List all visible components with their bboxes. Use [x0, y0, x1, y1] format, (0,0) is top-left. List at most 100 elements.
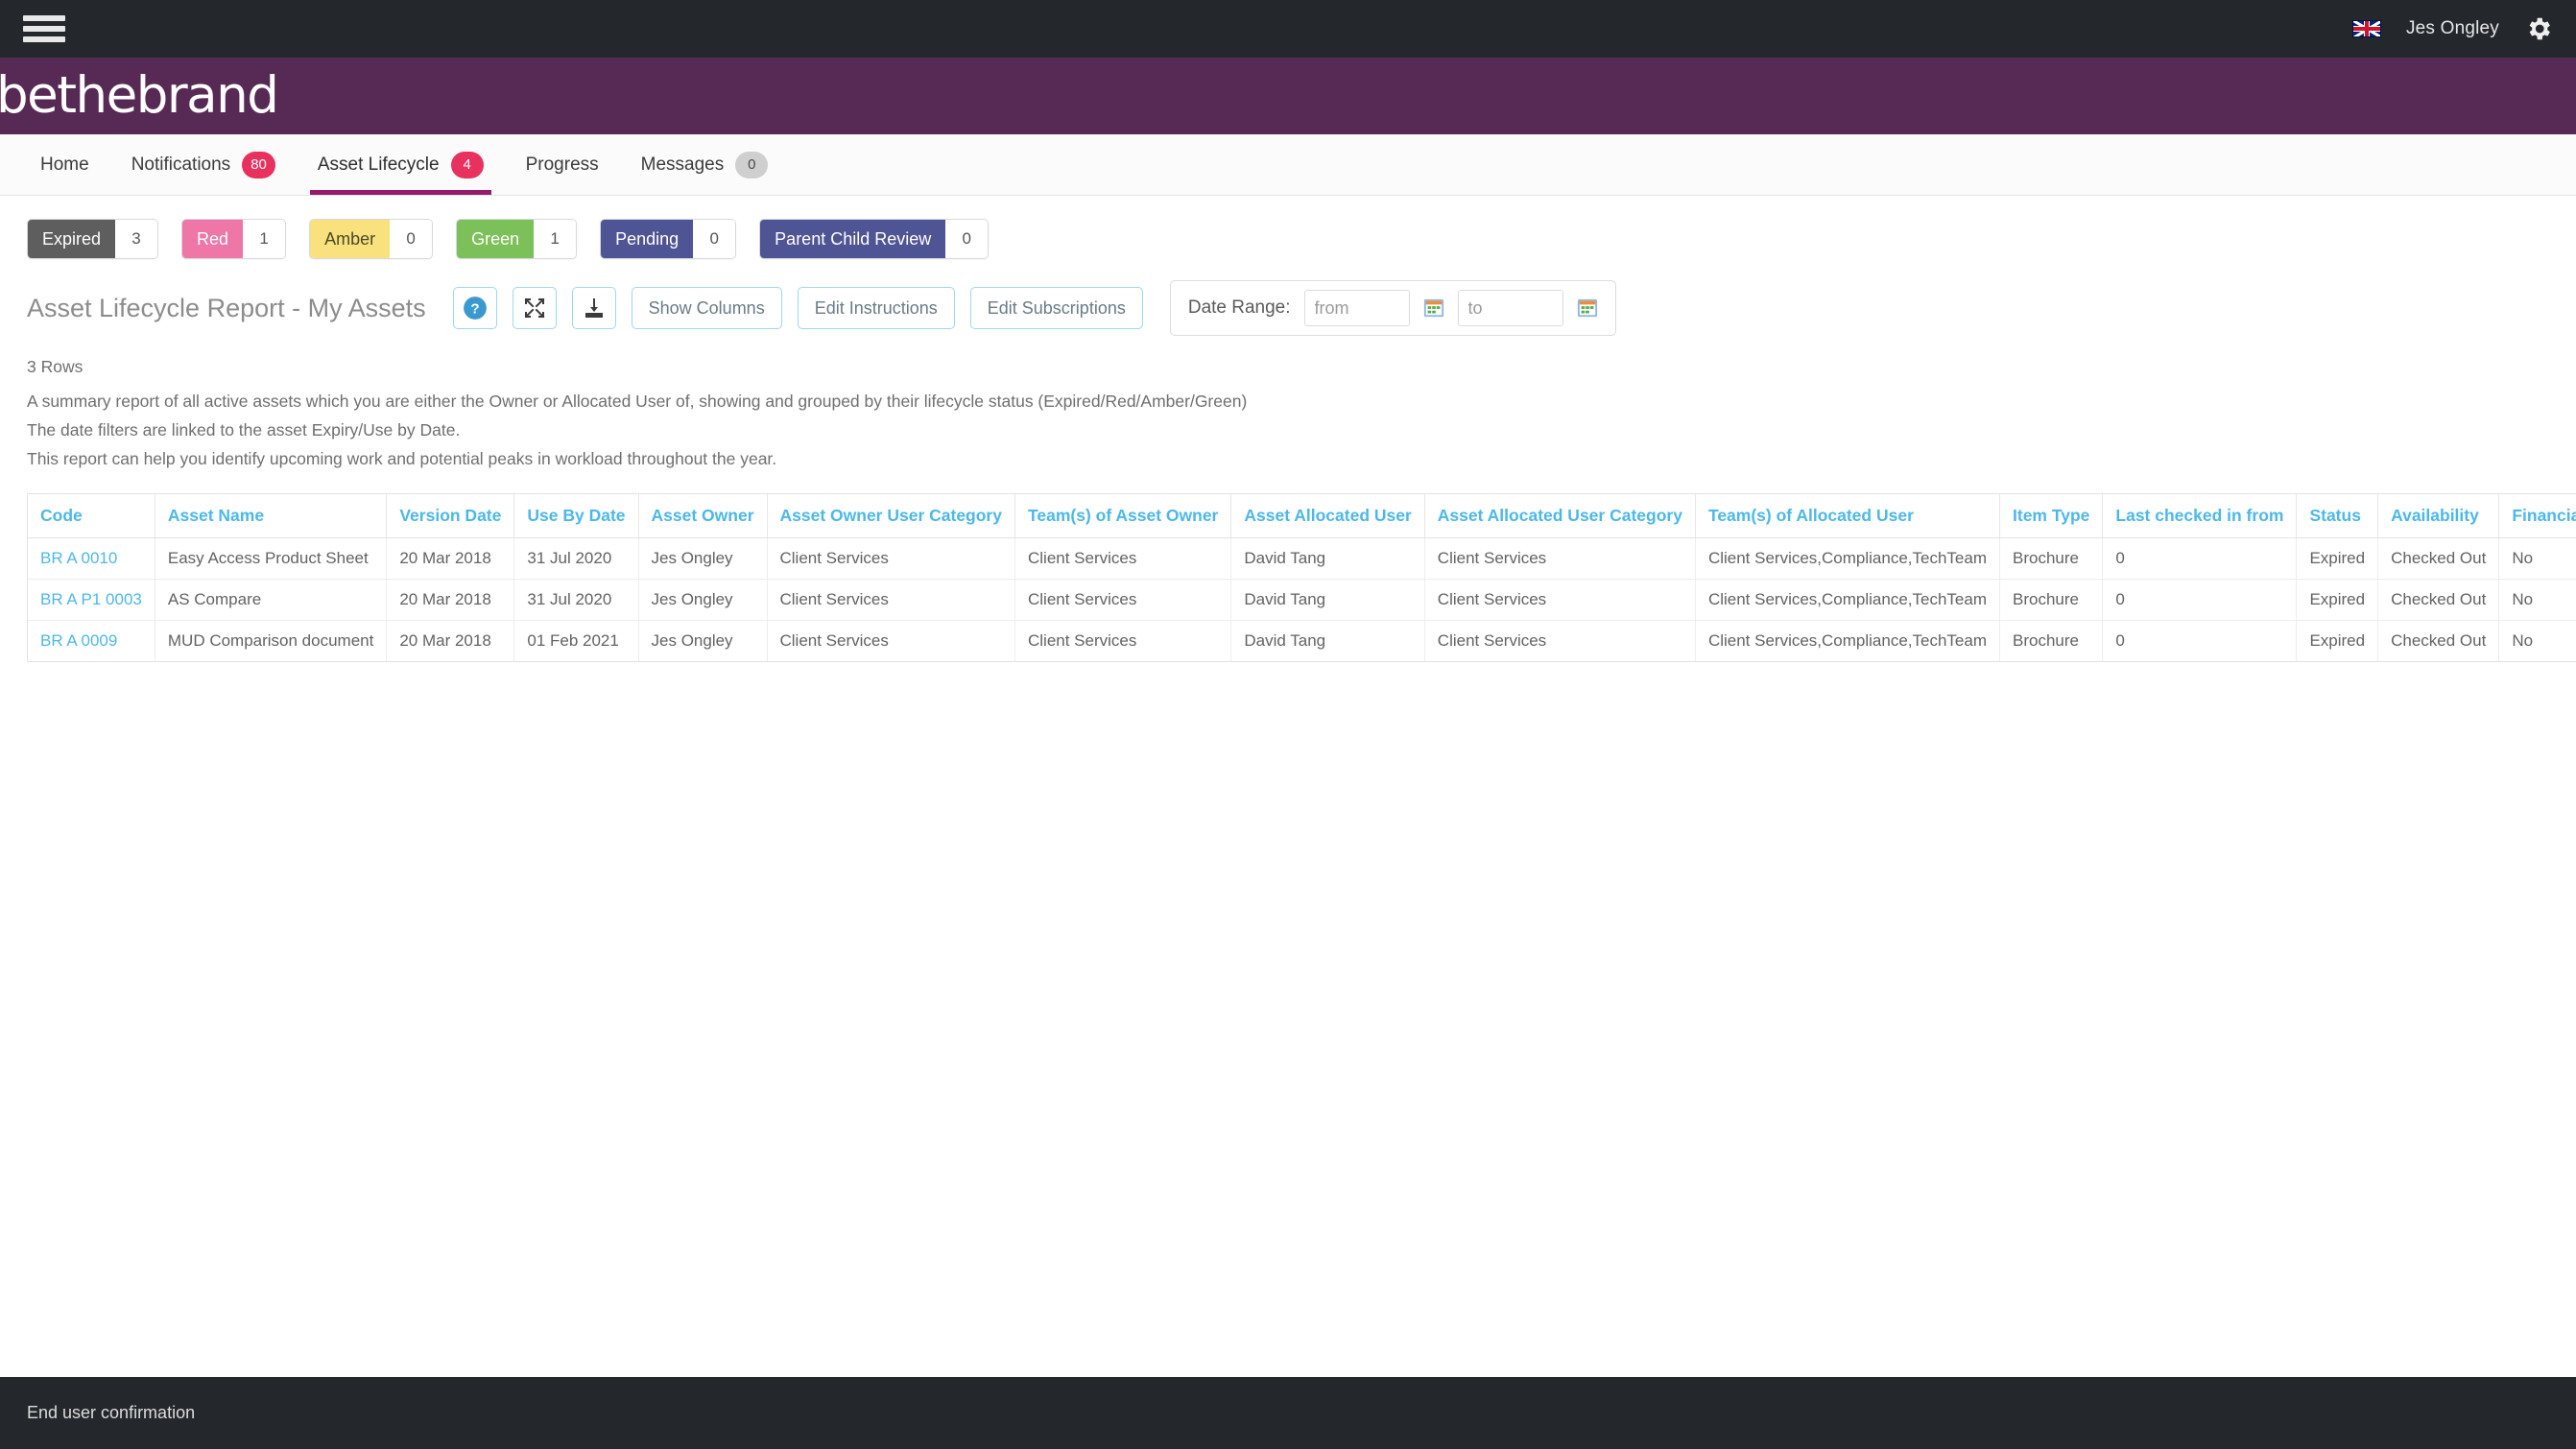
filter-pill-count: 0	[945, 220, 989, 258]
nav-tab-notifications[interactable]: Notifications 80	[110, 134, 297, 195]
help-circle-icon: ?	[463, 296, 488, 321]
filter-pill-label: Amber	[310, 220, 391, 258]
table-column-header[interactable]: Financial Promotion	[2498, 494, 2576, 538]
table-column-header[interactable]: Item Type	[1999, 494, 2104, 538]
nav-tab-badge: 80	[242, 151, 275, 178]
top-bar-right: Jes Ongley	[2351, 14, 2553, 43]
table-cell-version-date: 20 Mar 2018	[386, 579, 515, 621]
table-cell-item-type: Brochure	[1999, 537, 2104, 580]
nav-tab-badge: 4	[450, 151, 484, 178]
table-row: BR A P1 0003 AS Compare 20 Mar 2018 31 Jul …	[28, 579, 2576, 621]
nav-tab-home[interactable]: Home	[19, 134, 110, 195]
table-cell-item-type: Brochure	[1999, 579, 2104, 621]
table-cell-item-type: Brochure	[1999, 620, 2104, 661]
table-column-header[interactable]: Last checked in from	[2102, 494, 2298, 538]
table-cell-use-by-date: 31 Jul 2020	[513, 579, 639, 621]
asset-code-link[interactable]: BR A 0010	[40, 549, 117, 567]
table-column-header[interactable]: Asset Name	[155, 494, 388, 538]
nav-tab-messages[interactable]: Messages 0	[620, 134, 790, 195]
table-cell-asset-owner: Jes Ongley	[638, 620, 768, 661]
table-cell-use-by-date: 31 Jul 2020	[513, 537, 639, 580]
table-cell-last-checked-in-from: 0	[2102, 620, 2298, 661]
table-cell-use-by-date: 01 Feb 2021	[513, 620, 639, 661]
collapse-button[interactable]	[512, 287, 557, 329]
table-cell-financial-promotion: No	[2498, 579, 2576, 621]
edit-subscriptions-button[interactable]: Edit Subscriptions	[969, 287, 1143, 329]
asset-code-link[interactable]: BR A 0009	[40, 631, 117, 650]
filter-pill-label: Expired	[28, 220, 116, 258]
filter-pill-pending[interactable]: Pending 0	[600, 219, 737, 259]
table-cell-asset-name: MUD Comparison document	[155, 620, 388, 661]
table-cell-teams-of-allocated-user: Client Services,Compliance,TechTeam	[1695, 579, 2001, 621]
table-cell-asset-owner-user-category: Client Services	[767, 579, 1015, 621]
table-cell-teams-of-asset-owner: Client Services	[1014, 620, 1232, 661]
status-filter-bar: Expired 3 Red 1 Amber 0 Green 1 Pending 0 Parent C…	[0, 196, 2576, 269]
table-cell-financial-promotion: No	[2498, 537, 2576, 580]
table-cell-code: BR A 0010	[28, 537, 155, 580]
filter-pill-amber[interactable]: Amber 0	[309, 219, 434, 259]
date-to-input[interactable]	[1457, 290, 1563, 326]
download-button[interactable]	[571, 287, 616, 329]
table-cell-asset-owner: Jes Ongley	[638, 579, 768, 621]
filter-pill-green[interactable]: Green 1	[456, 219, 578, 259]
table-cell-asset-allocated-user-category: Client Services	[1424, 579, 1696, 621]
description-line-2: The date filters are linked to the asset…	[27, 420, 461, 439]
footer-bar: End user confirmation	[0, 1377, 2576, 1449]
filter-pill-label: Pending	[601, 220, 694, 258]
table-cell-asset-owner: Jes Ongley	[638, 537, 768, 580]
filter-pill-red[interactable]: Red 1	[181, 219, 287, 259]
nav-tab-label: Asset Lifecycle	[317, 154, 440, 175]
collapse-arrows-icon	[523, 297, 546, 320]
help-button[interactable]: ?	[452, 287, 497, 329]
description-line-1: A summary report of all active assets wh…	[27, 392, 1248, 411]
table-cell-status: Expired	[2296, 620, 2379, 661]
table-column-header[interactable]: Availability	[2377, 494, 2500, 538]
table-column-header[interactable]: Use By Date	[513, 494, 639, 538]
description-line-3: This report can help you identify upcomi…	[27, 449, 777, 468]
table-cell-financial-promotion: No	[2498, 620, 2576, 661]
report-description: 3 Rows A summary report of all active as…	[0, 336, 2576, 472]
filter-pill-label: Red	[182, 220, 244, 258]
filter-pill-label: Parent Child Review	[760, 220, 946, 258]
filter-pill-label: Green	[457, 220, 535, 258]
table-column-header[interactable]: Team(s) of Asset Owner	[1014, 494, 1232, 538]
username-label[interactable]: Jes Ongley	[2406, 18, 2499, 39]
show-columns-button[interactable]: Show Columns	[631, 287, 782, 329]
nav-tab-asset-lifecycle[interactable]: Asset Lifecycle 4	[297, 134, 505, 195]
filter-pill-count: 1	[534, 220, 577, 258]
table-cell-teams-of-allocated-user: Client Services,Compliance,TechTeam	[1695, 537, 2001, 580]
table-cell-version-date: 20 Mar 2018	[386, 537, 515, 580]
top-bar: Jes Ongley	[0, 0, 2576, 58]
table-column-header[interactable]: Team(s) of Allocated User	[1695, 494, 2001, 538]
table-row: BR A 0009 MUD Comparison document 20 Mar 2…	[28, 620, 2576, 661]
calendar-icon-from[interactable]	[1423, 297, 1444, 319]
table-cell-last-checked-in-from: 0	[2102, 579, 2298, 621]
table-cell-asset-owner-user-category: Client Services	[767, 537, 1015, 580]
table-column-header[interactable]: Asset Allocated User	[1230, 494, 1425, 538]
nav-tab-progress[interactable]: Progress	[505, 134, 620, 195]
table-column-header[interactable]: Status	[2296, 494, 2379, 538]
uk-flag-icon[interactable]	[2351, 20, 2381, 37]
table-column-header[interactable]: Asset Allocated User Category	[1424, 494, 1696, 538]
table-cell-code: BR A P1 0003	[28, 579, 155, 621]
date-from-input[interactable]	[1303, 290, 1410, 326]
table-column-header[interactable]: Asset Owner	[638, 494, 768, 538]
table-column-header[interactable]: Version Date	[386, 494, 515, 538]
calendar-icon-to[interactable]	[1577, 297, 1598, 319]
footer-text: End user confirmation	[27, 1403, 196, 1422]
filter-pill-expired[interactable]: Expired 3	[27, 219, 159, 259]
asset-code-link[interactable]: BR A P1 0003	[40, 590, 142, 608]
table-column-header[interactable]: Asset Owner User Category	[767, 494, 1015, 538]
gear-icon[interactable]	[2524, 14, 2553, 43]
table-column-header[interactable]: Code	[28, 494, 155, 538]
filter-pill-parent-child-review[interactable]: Parent Child Review 0	[759, 219, 990, 259]
nav-tab-label: Messages	[640, 154, 725, 175]
table-cell-asset-owner-user-category: Client Services	[767, 620, 1015, 661]
table-cell-code: BR A 0009	[28, 620, 155, 661]
filter-pill-count: 0	[390, 220, 433, 258]
hamburger-icon[interactable]	[23, 12, 65, 45]
table-row: BR A 0010 Easy Access Product Sheet 20 Mar…	[28, 537, 2576, 580]
edit-instructions-button[interactable]: Edit Instructions	[797, 287, 955, 329]
table-cell-asset-allocated-user: David Tang	[1230, 579, 1425, 621]
nav-tab-label: Progress	[525, 154, 599, 175]
